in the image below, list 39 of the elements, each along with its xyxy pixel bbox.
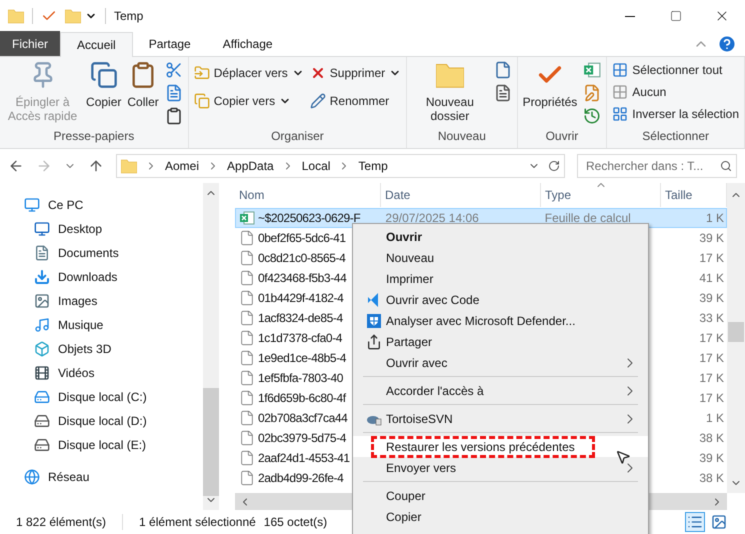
file-size: 38 K bbox=[699, 430, 724, 447]
file-type: Feuille de calcul bbox=[544, 211, 631, 225]
file-size: 33 K bbox=[699, 310, 724, 327]
window-title: Temp bbox=[114, 8, 144, 25]
file-name: 1f6d659b-6c80-4f bbox=[258, 390, 346, 407]
file-size: 1 K bbox=[706, 410, 724, 427]
file-size: 17 K bbox=[699, 370, 724, 387]
file-name: 2aaf24d1-4553-41 bbox=[258, 450, 350, 467]
group-label: Nouveau bbox=[436, 128, 487, 145]
file-name: 02b708a3cf7ca44 bbox=[258, 410, 348, 427]
file-size: 17 K bbox=[699, 390, 724, 407]
file-name: 1e9ed1ce-48b5-4 bbox=[258, 350, 346, 367]
file-date: 29/07/2025 14:06 bbox=[385, 211, 479, 225]
file-size: 17 K bbox=[699, 250, 724, 267]
file-name: 01b4429f-4182-4 bbox=[258, 290, 344, 307]
file-name: 1c1d7378-cfa0-4 bbox=[258, 330, 342, 347]
file-size: 39 K bbox=[699, 230, 724, 247]
file-name: 1acf8324-de85-4 bbox=[258, 310, 343, 327]
file-name: 0bef2f65-5dc6-41 bbox=[258, 230, 346, 247]
file-name: 0f423468-f5b3-44 bbox=[258, 270, 346, 287]
file-size: 1 K bbox=[706, 210, 724, 227]
file-name: ~$20250623-0629-F bbox=[258, 210, 360, 227]
file-size: 39 K bbox=[699, 290, 724, 307]
file-size: 41 K bbox=[699, 270, 724, 287]
item-count: 1 822 élément(s) bbox=[16, 514, 106, 531]
file-name: 0c8d21c0-8565-4 bbox=[258, 250, 346, 267]
group-label: Ouvrir bbox=[544, 128, 580, 145]
file-size: 38 K bbox=[699, 470, 724, 487]
file-name: 2adb4d99-26fe-4 bbox=[258, 470, 344, 487]
file-size: 17 K bbox=[699, 330, 724, 347]
file-size: 39 K bbox=[699, 450, 724, 467]
file-name: 02bc3979-5d75-4 bbox=[258, 430, 346, 447]
selection-size: 165 octet(s) bbox=[264, 514, 328, 531]
group-label: Sélectionner bbox=[641, 128, 710, 145]
file-name: 1ef5fbfa-7803-40 bbox=[258, 370, 344, 387]
group-label: Presse-papiers bbox=[52, 128, 136, 145]
group-label: Organiser bbox=[270, 128, 325, 145]
file-size: 17 K bbox=[699, 350, 724, 367]
selection-status: 1 élément sélectionné bbox=[139, 514, 256, 531]
